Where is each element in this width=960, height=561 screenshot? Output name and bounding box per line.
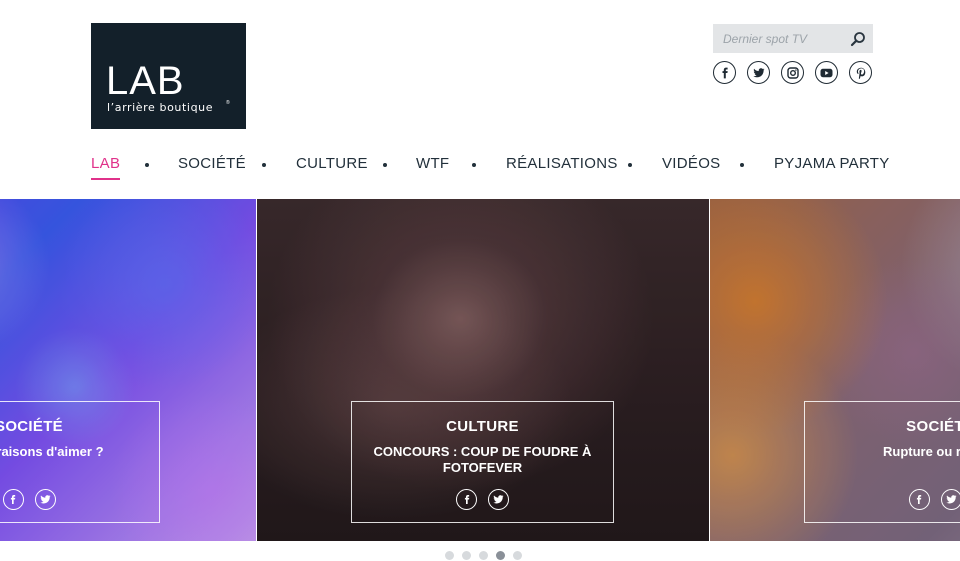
share-facebook-button[interactable] <box>456 489 477 510</box>
nav-separator <box>262 163 266 167</box>
nav-separator <box>472 163 476 167</box>
slide-category[interactable]: CULTURE <box>352 418 613 435</box>
social-links <box>713 61 872 84</box>
search-button[interactable] <box>843 24 873 53</box>
facebook-icon <box>722 67 728 78</box>
carousel-dot[interactable] <box>445 551 454 560</box>
pinterest-icon <box>856 67 865 79</box>
nav-item-pyjama-party[interactable]: PYJAMA PARTY <box>774 155 890 172</box>
facebook-icon <box>10 495 16 504</box>
carousel-dot[interactable] <box>513 551 522 560</box>
nav-item-videos[interactable]: VIDÉOS <box>662 155 720 172</box>
nav-separator <box>740 163 744 167</box>
twitter-link[interactable] <box>747 61 770 84</box>
twitter-icon <box>39 495 51 504</box>
share-facebook-button[interactable] <box>908 489 930 510</box>
carousel-slide[interactable]: SOCIÉT Rupture ou renai <box>710 199 960 541</box>
article-carousel[interactable]: SOCIÉTÉ onnes raisons d'aimer ? CULTURE <box>0 199 960 541</box>
slide-category[interactable]: SOCIÉTÉ <box>0 418 159 435</box>
nav-item-lab[interactable]: LAB <box>91 155 121 180</box>
slide-caption: CULTURE CONCOURS : COUP DE FOUDRE À FOTO… <box>351 401 614 523</box>
carousel-dot[interactable] <box>462 551 471 560</box>
instagram-link[interactable] <box>781 61 804 84</box>
instagram-icon <box>786 66 799 79</box>
nav-separator <box>383 163 387 167</box>
nav-item-wtf[interactable]: WTF <box>416 155 449 172</box>
carousel-pagination <box>445 551 522 560</box>
logo-main-text: LAB <box>106 59 185 103</box>
slide-category[interactable]: SOCIÉT <box>805 418 960 435</box>
share-twitter-button[interactable] <box>940 489 960 510</box>
search-input[interactable] <box>713 24 843 53</box>
slide-share-buttons <box>352 489 613 510</box>
facebook-link[interactable] <box>713 61 736 84</box>
facebook-icon <box>464 495 469 504</box>
slide-title[interactable]: Rupture ou renai <box>815 444 960 460</box>
carousel-slide[interactable]: SOCIÉTÉ onnes raisons d'aimer ? <box>0 199 256 541</box>
twitter-icon <box>945 495 957 504</box>
slide-share-buttons <box>0 489 159 510</box>
youtube-link[interactable] <box>815 61 838 84</box>
carousel-dot-active[interactable] <box>496 551 505 560</box>
nav-item-culture[interactable]: CULTURE <box>296 155 368 172</box>
pinterest-link[interactable] <box>849 61 872 84</box>
logo-registered-mark: ® <box>226 100 230 106</box>
share-twitter-button[interactable] <box>34 489 56 510</box>
search-icon <box>850 31 865 46</box>
nav-separator <box>628 163 632 167</box>
carousel-slide[interactable]: CULTURE CONCOURS : COUP DE FOUDRE À FOTO… <box>257 199 709 541</box>
carousel-dot[interactable] <box>479 551 488 560</box>
slide-title[interactable]: onnes raisons d'aimer ? <box>0 444 149 460</box>
youtube-icon <box>820 68 833 77</box>
nav-separator <box>145 163 149 167</box>
main-nav: LAB SOCIÉTÉ CULTURE WTF RÉALISATIONS VID… <box>91 155 889 181</box>
slide-caption: SOCIÉTÉ onnes raisons d'aimer ? <box>0 401 160 523</box>
nav-item-societe[interactable]: SOCIÉTÉ <box>178 155 246 172</box>
nav-item-realisations[interactable]: RÉALISATIONS <box>506 155 618 172</box>
twitter-icon <box>752 67 764 77</box>
slide-caption: SOCIÉT Rupture ou renai <box>804 401 960 523</box>
slide-share-buttons <box>805 489 960 510</box>
logo-tagline: l’arrière boutique <box>107 101 214 114</box>
share-facebook-button[interactable] <box>2 489 24 510</box>
site-logo[interactable]: LAB l’arrière boutique ® <box>91 23 246 129</box>
search-box <box>713 24 873 53</box>
twitter-icon <box>493 495 504 504</box>
share-twitter-button[interactable] <box>488 489 509 510</box>
slide-title[interactable]: CONCOURS : COUP DE FOUDRE À FOTOFEVER <box>362 444 603 476</box>
facebook-icon <box>916 495 922 504</box>
